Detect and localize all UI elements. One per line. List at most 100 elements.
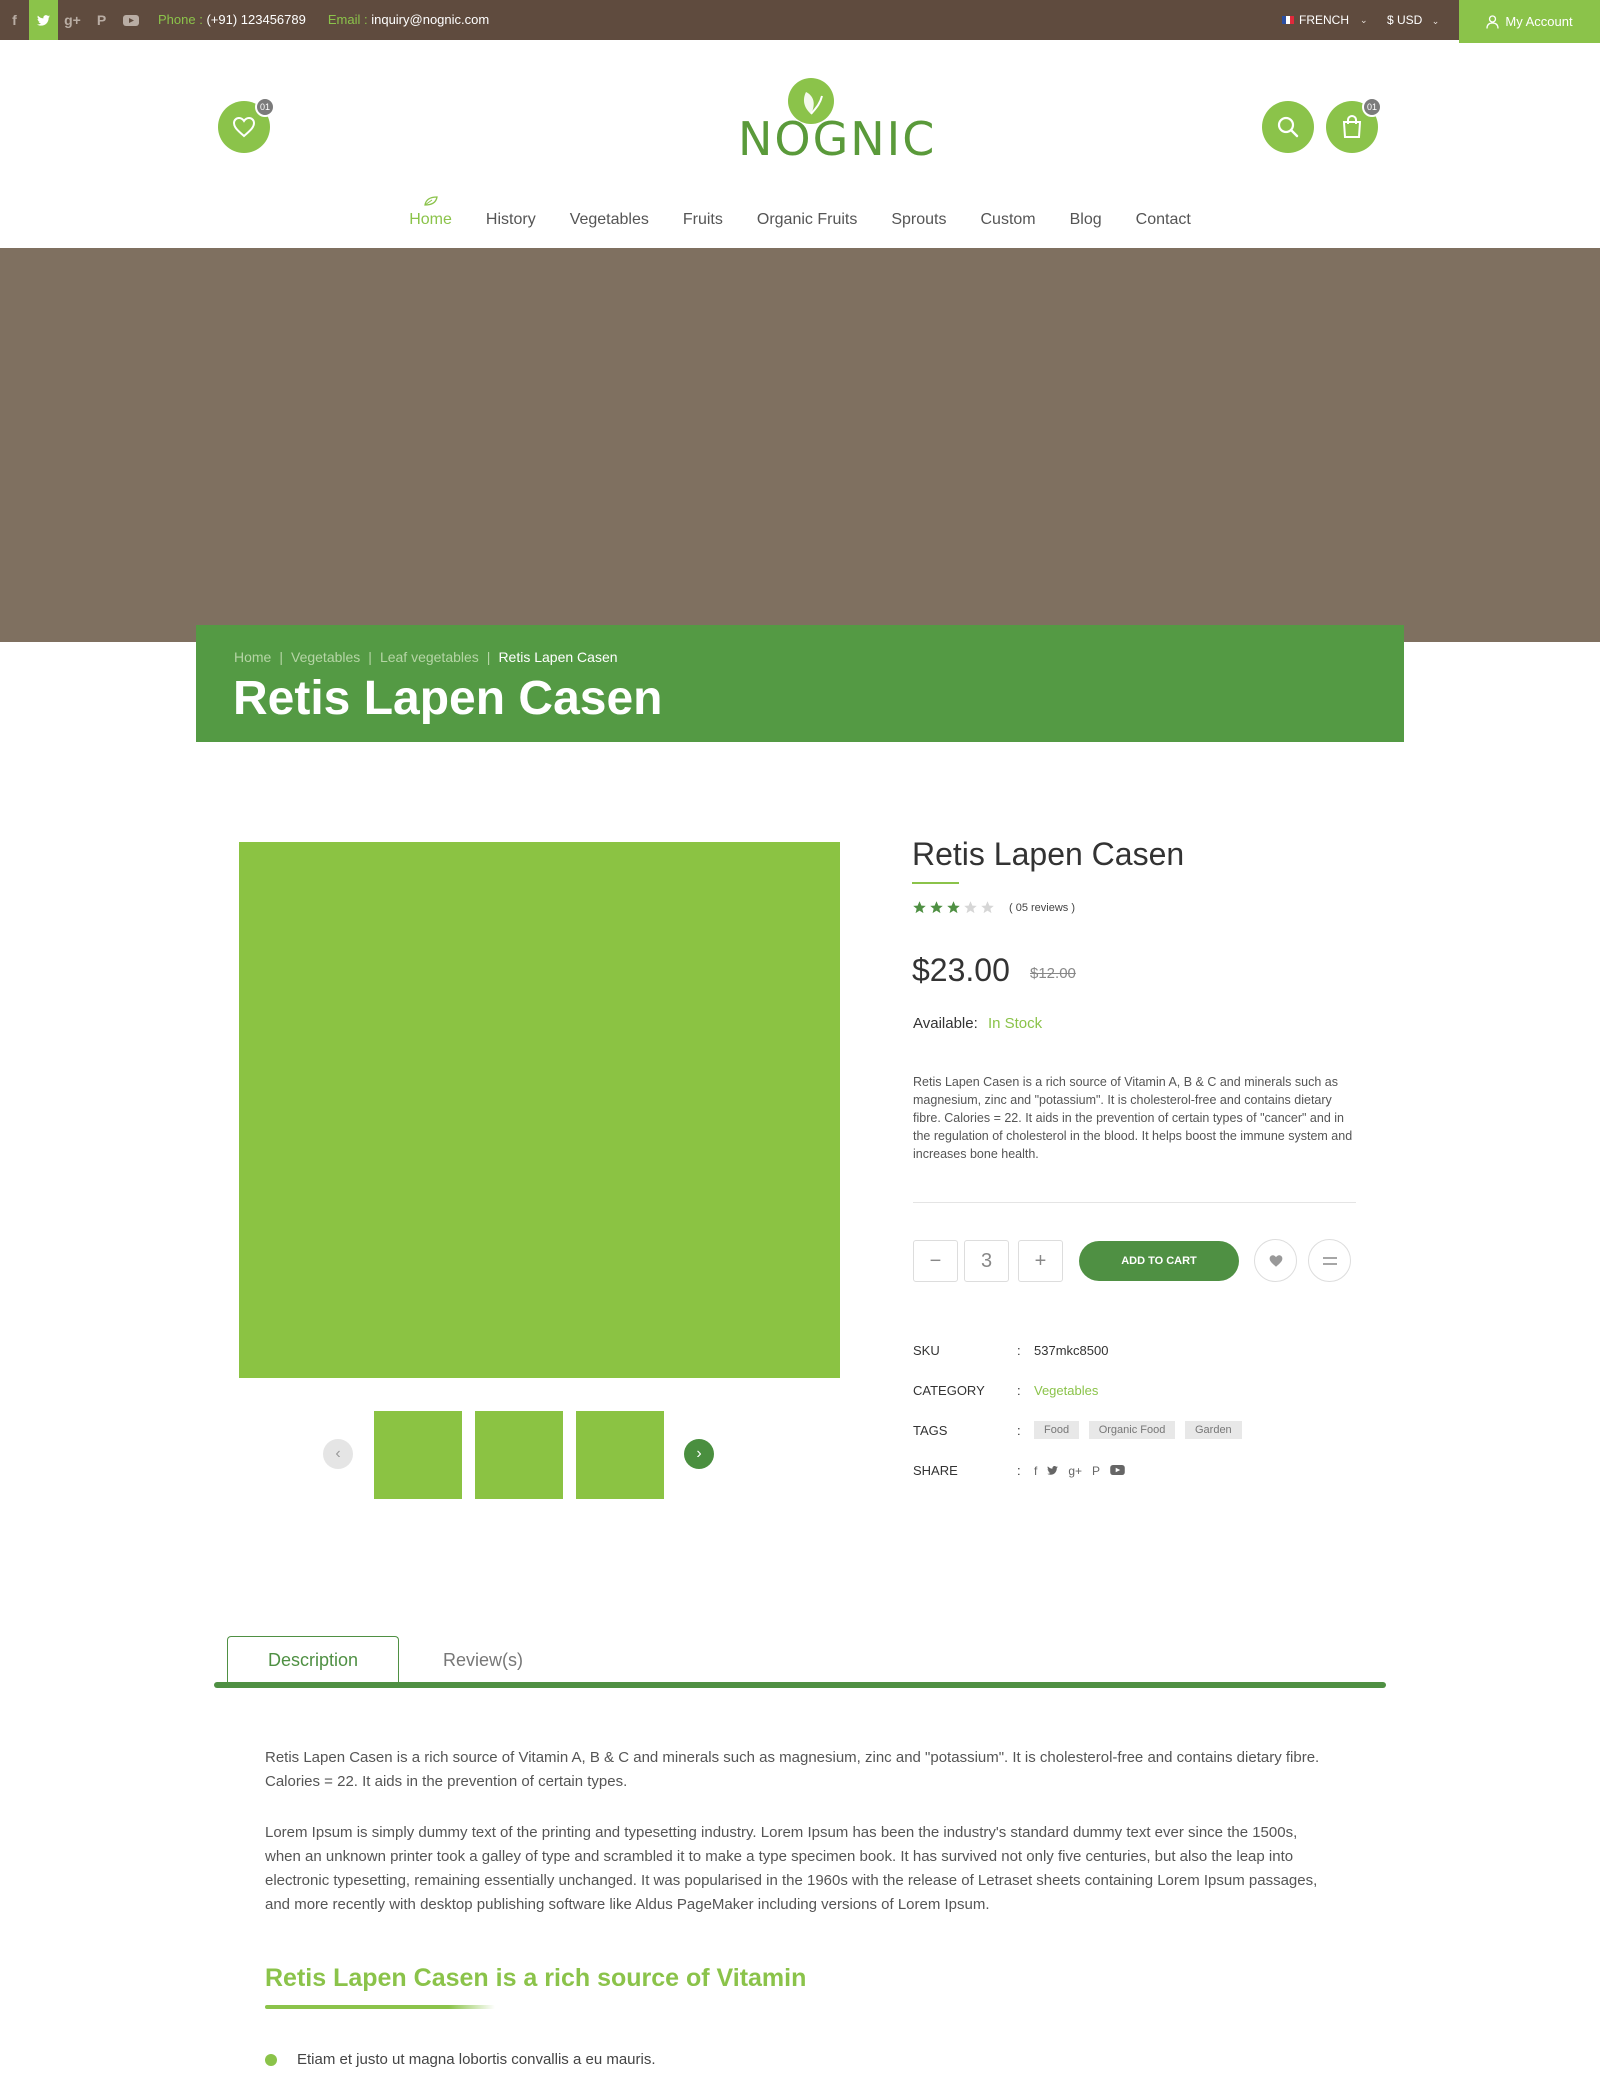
- nav-custom[interactable]: Custom: [963, 211, 1052, 229]
- sku-value: 537mkc8500: [1034, 1343, 1109, 1358]
- youtube-icon[interactable]: [116, 0, 145, 40]
- nognic-logo[interactable]: NOGNIC: [738, 76, 937, 180]
- pinterest-icon[interactable]: P: [87, 0, 116, 40]
- phone-number[interactable]: (+91) 123456789: [206, 12, 305, 27]
- page-title: Retis Lapen Casen: [233, 672, 663, 725]
- breadcrumb-home[interactable]: Home: [234, 649, 271, 665]
- nav-label: Contact: [1135, 211, 1191, 228]
- description-paragraph: Lorem Ipsum is simply dummy text of the …: [265, 1824, 1318, 1913]
- nav-organic-fruits[interactable]: Organic Fruits: [740, 211, 874, 229]
- nav-sprouts[interactable]: Sprouts: [874, 211, 963, 229]
- tab-description[interactable]: Description: [227, 1636, 399, 1683]
- email-label: Email :: [327, 12, 368, 27]
- product-price: $23.00: [912, 952, 1010, 988]
- compare-icon: [1322, 1256, 1337, 1265]
- search-button[interactable]: [1262, 101, 1314, 153]
- facebook-icon[interactable]: f: [1034, 1464, 1037, 1478]
- breadcrumb-current: Retis Lapen Casen: [498, 649, 618, 665]
- category-label: CATEGORY: [913, 1383, 985, 1398]
- tab-reviews[interactable]: Review(s): [443, 1650, 523, 1671]
- product-main-image[interactable]: [239, 842, 840, 1378]
- thumbnail-gallery: [374, 1411, 664, 1499]
- nav-fruits[interactable]: Fruits: [666, 211, 740, 229]
- nav-label: Vegetables: [569, 211, 649, 228]
- currency-selector[interactable]: $ USD ⌄: [1387, 13, 1439, 27]
- pinterest-icon[interactable]: P: [1092, 1464, 1100, 1478]
- my-account-label: My Account: [1505, 14, 1573, 29]
- share-icons: f g+ P: [1034, 1464, 1125, 1478]
- add-to-wishlist-button[interactable]: [1254, 1239, 1297, 1282]
- star-filled-icon: [947, 901, 960, 914]
- gallery-prev-button[interactable]: ‹: [323, 1439, 353, 1469]
- search-icon: [1277, 116, 1299, 138]
- french-flag-icon: [1282, 16, 1294, 24]
- add-to-cart-button[interactable]: ADD TO CART: [1079, 1241, 1239, 1281]
- category-link[interactable]: Vegetables: [1034, 1383, 1098, 1398]
- gallery-next-button[interactable]: ›: [684, 1439, 714, 1469]
- chevron-down-icon: ⌄: [1360, 14, 1368, 25]
- facebook-icon[interactable]: f: [0, 0, 29, 40]
- availability-label: Available:: [913, 1015, 978, 1032]
- tag-organic-food[interactable]: Organic Food: [1088, 1421, 1176, 1439]
- youtube-icon[interactable]: [1110, 1464, 1125, 1478]
- chevron-down-icon: ⌄: [1431, 16, 1440, 26]
- twitter-icon[interactable]: [1047, 1464, 1059, 1478]
- availability: Available: In Stock: [913, 1015, 1042, 1032]
- quantity-input[interactable]: 3: [964, 1240, 1009, 1282]
- nav-history[interactable]: History: [469, 211, 553, 229]
- page-header: Home | Vegetables | Leaf vegetables | Re…: [196, 625, 1404, 742]
- my-account-button[interactable]: My Account: [1459, 0, 1600, 43]
- title-underline: [912, 882, 959, 884]
- twitter-icon[interactable]: [29, 0, 58, 40]
- phone-info: Phone : (+91) 123456789: [158, 12, 306, 27]
- cart-count-badge: 01: [1362, 97, 1382, 117]
- nav-blog[interactable]: Blog: [1053, 211, 1119, 229]
- product-title: Retis Lapen Casen: [912, 836, 1185, 872]
- chevron-left-icon: ‹: [335, 1445, 341, 1462]
- sku-row: SKU : 537mkc8500: [913, 1343, 1108, 1358]
- currency-label: $ USD: [1387, 13, 1423, 27]
- breadcrumb-vegetables[interactable]: Vegetables: [291, 649, 360, 665]
- hero-banner: [0, 248, 1600, 642]
- colon: :: [1017, 1463, 1021, 1478]
- nav-label: Custom: [980, 211, 1036, 228]
- colon: :: [1017, 1422, 1021, 1438]
- phone-label: Phone :: [158, 12, 203, 27]
- logo-text: NOGNIC: [738, 112, 937, 166]
- breadcrumb-separator: |: [486, 649, 491, 665]
- nav-contact[interactable]: Contact: [1119, 211, 1208, 229]
- thumbnail-image[interactable]: [576, 1411, 664, 1499]
- star-empty-icon: [964, 901, 977, 914]
- rating-stars: [912, 900, 995, 915]
- quantity-decrease-button[interactable]: −: [913, 1240, 958, 1282]
- bullet-icon: [265, 2053, 277, 2066]
- thumbnail-image[interactable]: [475, 1411, 563, 1499]
- google-plus-icon[interactable]: g+: [1068, 1464, 1082, 1478]
- compare-button[interactable]: [1308, 1239, 1351, 1282]
- review-count[interactable]: ( 05 reviews ): [1009, 902, 1075, 914]
- shopping-bag-icon: [1342, 115, 1362, 138]
- main-navigation: Home History Vegetables Fruits Organic F…: [0, 196, 1600, 229]
- tag-food[interactable]: Food: [1034, 1421, 1080, 1439]
- breadcrumb-separator: |: [279, 649, 283, 665]
- tag-garden[interactable]: Garden: [1184, 1421, 1242, 1439]
- social-links: f g+ P: [0, 0, 145, 40]
- email-address[interactable]: inquiry@nognic.com: [371, 12, 489, 27]
- share-row: SHARE : f g+ P: [913, 1463, 1125, 1478]
- google-plus-icon[interactable]: g+: [58, 0, 87, 40]
- thumbnail-image[interactable]: [374, 1411, 462, 1499]
- nav-vegetables[interactable]: Vegetables: [553, 211, 666, 229]
- list-item: Etiam et justo ut magna lobortis convall…: [265, 2051, 656, 2068]
- colon: :: [1017, 1343, 1021, 1358]
- heart-icon: [1269, 1254, 1282, 1267]
- quantity-increase-button[interactable]: +: [1018, 1240, 1063, 1282]
- breadcrumb: Home | Vegetables | Leaf vegetables | Re…: [234, 649, 618, 665]
- nav-label: Organic Fruits: [756, 211, 858, 228]
- tags-row: TAGS : Food Organic Food Garden: [913, 1421, 1248, 1439]
- breadcrumb-leaf-vegetables[interactable]: Leaf vegetables: [380, 649, 479, 665]
- nav-label: Fruits: [682, 211, 723, 228]
- nav-home[interactable]: Home: [392, 196, 469, 229]
- chevron-right-icon: ›: [696, 1445, 702, 1462]
- language-selector[interactable]: FRENCH ⌄: [1282, 13, 1368, 27]
- user-icon: [1486, 14, 1500, 29]
